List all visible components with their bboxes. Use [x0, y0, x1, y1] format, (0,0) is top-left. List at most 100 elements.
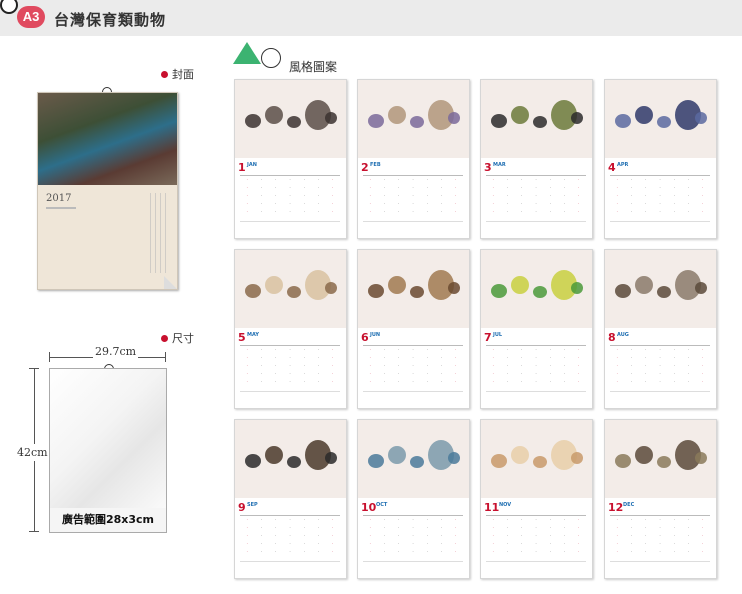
date-mark: · [673, 193, 675, 198]
date-mark: · [630, 185, 633, 190]
animal-shape [325, 112, 337, 124]
date-mark: · [645, 363, 647, 368]
date-mark: · [659, 193, 661, 198]
date-mark: · [332, 355, 334, 360]
month-name: AUG [617, 332, 629, 338]
date-mark: · [455, 541, 457, 546]
date-mark: · [645, 533, 647, 538]
date-mark: · [455, 549, 457, 554]
date-mark: · [702, 355, 704, 360]
date-mark: · [455, 517, 457, 522]
date-mark: · [455, 347, 457, 352]
date-mark: · [289, 371, 291, 376]
date-mark: · [506, 549, 509, 554]
animal-shape [368, 114, 384, 128]
date-mark: · [303, 533, 305, 538]
date-mark: · [398, 185, 400, 190]
animal-shape [511, 446, 529, 464]
date-mark: · [412, 525, 414, 530]
date-mark: · [426, 347, 428, 352]
date-mark: · [687, 193, 690, 198]
date-mark: · [412, 193, 414, 198]
footer-rule [240, 391, 340, 392]
date-mark: · [687, 185, 690, 190]
date-mark: · [260, 185, 263, 190]
animal-shape [511, 106, 529, 124]
date-mark: · [455, 525, 457, 530]
date-mark: · [398, 371, 400, 376]
month-illustration [481, 250, 592, 328]
date-mark: · [659, 549, 661, 554]
date-mark: · [260, 177, 263, 182]
month-name: MAR [493, 162, 506, 168]
date-mark: · [455, 379, 457, 384]
date-mark: · [289, 347, 291, 352]
date-mark: · [246, 347, 248, 352]
date-mark: · [616, 185, 618, 190]
animal-shape [615, 114, 631, 128]
date-mark: · [369, 347, 371, 352]
date-mark: · [687, 209, 690, 214]
footer-rule [486, 561, 586, 562]
date-mark: · [702, 541, 704, 546]
date-mark: · [260, 193, 263, 198]
date-mark: · [687, 379, 690, 384]
month-page: 4 APR · · · · · · · · · · · · · · · · · · · · · · · · · · · · · · · · · · · [604, 79, 717, 239]
date-mark: · [246, 533, 248, 538]
animal-shape [695, 282, 707, 294]
date-mark: · [440, 185, 443, 190]
date-mark: · [492, 355, 494, 360]
date-mark: · [369, 185, 371, 190]
date-mark: · [630, 533, 633, 538]
date-mark: · [317, 541, 320, 546]
date-mark: · [332, 347, 334, 352]
date-mark: · [332, 185, 334, 190]
animal-shape [388, 446, 406, 464]
date-mark: · [303, 347, 305, 352]
animal-shape [287, 286, 301, 298]
date-mark: · [563, 347, 566, 352]
date-mark: · [563, 355, 566, 360]
month-name: SEP [247, 502, 258, 508]
date-mark: · [332, 209, 334, 214]
date-mark: · [578, 193, 580, 198]
footer-rule [610, 391, 710, 392]
date-mark: · [702, 363, 704, 368]
cover-artwork [38, 93, 177, 185]
date-mark: · [332, 363, 334, 368]
date-mark: · [521, 193, 523, 198]
date-mark: · [383, 355, 386, 360]
month-illustration [358, 420, 469, 498]
animal-shape [635, 276, 653, 294]
month-page: 6 JUN · · · · · · · · · · · · · · · · · · · · · · · · · · · · · · · · · · · [357, 249, 470, 409]
date-mark: · [521, 525, 523, 530]
date-mark: · [535, 549, 537, 554]
cover-subtitle-line [46, 207, 76, 209]
date-mark: · [492, 517, 494, 522]
animal-drawings [609, 432, 712, 482]
date-mark: · [506, 185, 509, 190]
date-mark: · [563, 379, 566, 384]
date-mark: · [289, 541, 291, 546]
date-mark: · [645, 541, 647, 546]
date-mark: · [369, 363, 371, 368]
date-mark: · [303, 517, 305, 522]
cover-year: 2017 [46, 193, 72, 204]
date-mark: · [673, 533, 675, 538]
date-mark: · [317, 549, 320, 554]
date-mark: · [260, 549, 263, 554]
footer-rule [240, 221, 340, 222]
date-mark: · [260, 541, 263, 546]
date-mark: · [398, 525, 400, 530]
month-illustration [481, 80, 592, 158]
date-mark: · [440, 177, 443, 182]
date-mark: · [630, 363, 633, 368]
month-illustration [481, 420, 592, 498]
back-circle-icon[interactable] [0, 0, 18, 14]
date-mark: · [673, 209, 675, 214]
date-mark: · [426, 209, 428, 214]
month-illustration [235, 250, 346, 328]
date-mark: · [440, 517, 443, 522]
date-mark: · [412, 347, 414, 352]
date-mark: · [246, 185, 248, 190]
